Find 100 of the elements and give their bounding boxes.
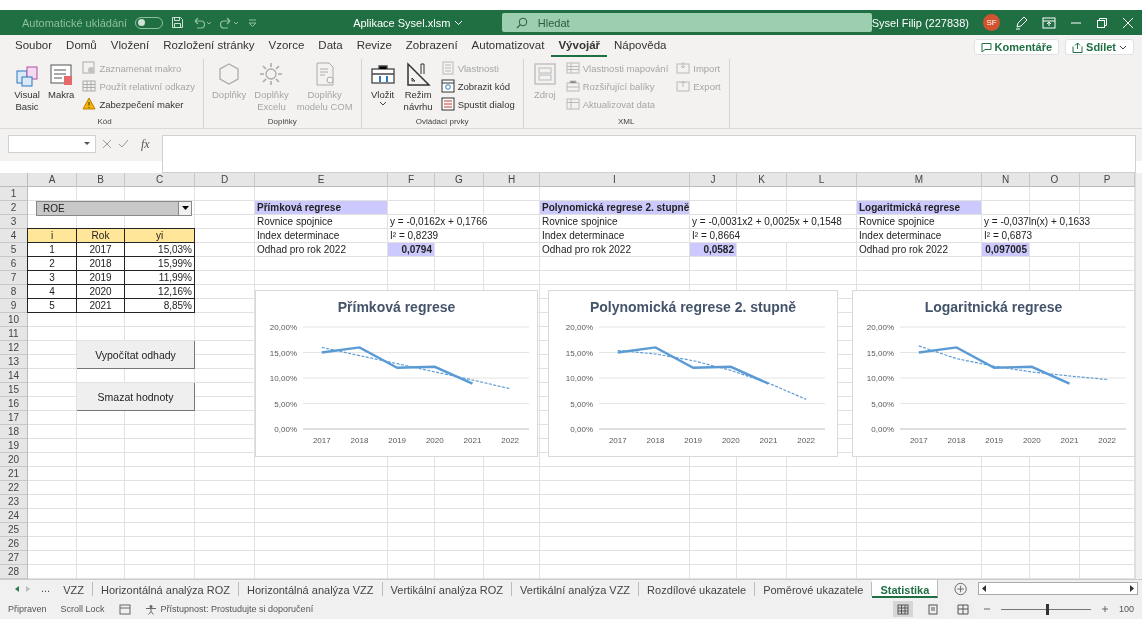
row-header[interactable]: 19 (0, 439, 28, 453)
menu-tab[interactable]: Nápověda (607, 39, 674, 57)
horizontal-scrollbar[interactable] (977, 582, 1138, 595)
row-header[interactable]: 3 (0, 215, 28, 229)
undo-icon[interactable] (192, 16, 213, 29)
scroll-right-icon[interactable] (1127, 583, 1137, 594)
column-header[interactable]: F (388, 173, 435, 187)
column-header[interactable]: K (737, 173, 787, 187)
search-field[interactable]: Hledat (501, 13, 872, 32)
row-header[interactable]: 26 (0, 537, 28, 551)
row-header[interactable]: 8 (0, 285, 28, 299)
sheet-tab[interactable]: Statistika (872, 580, 939, 598)
row-header[interactable]: 28 (0, 565, 28, 579)
column-header[interactable]: P (1080, 173, 1135, 187)
column-header[interactable]: E (255, 173, 388, 187)
menu-tab[interactable]: Zobrazení (398, 39, 465, 57)
accessibility-icon[interactable] (144, 603, 157, 615)
redo-icon[interactable] (220, 16, 241, 29)
row-header[interactable]: 27 (0, 551, 28, 565)
pen-icon[interactable] (1014, 15, 1028, 30)
sheet-button[interactable]: Vypočítat odhady (77, 341, 195, 369)
row-header[interactable]: 14 (0, 369, 28, 383)
row-header[interactable]: 25 (0, 523, 28, 537)
row-header[interactable]: 7 (0, 271, 28, 285)
ribbon-button[interactable]: Spustit dialog (438, 96, 517, 112)
zoom-out-icon[interactable] (982, 605, 991, 613)
ribbon-button[interactable]: Visual Basic (12, 59, 42, 116)
row-header[interactable]: 5 (0, 243, 28, 257)
accessibility-status[interactable]: Přístupnost: Prostudujte si doporučení (160, 604, 314, 614)
ribbon-button[interactable]: Makra (46, 59, 77, 116)
row-header[interactable]: 6 (0, 257, 28, 271)
formula-input[interactable] (161, 135, 1136, 173)
row-header[interactable]: 13 (0, 355, 28, 369)
sheet-tab[interactable]: Rozdílové ukazatele (639, 582, 756, 596)
sheet-tab[interactable]: Horizontálná analýza ROZ (92, 582, 239, 596)
chevron-down-icon[interactable] (454, 18, 464, 27)
row-header[interactable]: 23 (0, 495, 28, 509)
column-header[interactable]: M (857, 173, 982, 187)
menu-tab[interactable]: Rozložení stránky (156, 39, 262, 57)
column-header[interactable]: I (540, 173, 690, 187)
add-sheet-icon[interactable] (954, 582, 968, 596)
zoom-level[interactable]: 100 (1118, 604, 1134, 614)
share-button[interactable]: Sdílet (1065, 39, 1134, 55)
sheet-button[interactable]: Smazat hodnoty (77, 383, 195, 411)
row-header[interactable]: 9 (0, 299, 28, 313)
close-icon[interactable] (1122, 16, 1134, 29)
menu-tab[interactable]: Data (311, 39, 350, 57)
row-header[interactable]: 18 (0, 425, 28, 439)
user-avatar[interactable]: SF (983, 14, 1000, 31)
menu-tab[interactable]: Domů (59, 39, 104, 57)
row-header[interactable]: 11 (0, 327, 28, 341)
column-header[interactable]: A (28, 173, 77, 187)
dropdown[interactable]: ROE (36, 201, 192, 216)
row-header[interactable]: 12 (0, 341, 28, 355)
row-header[interactable]: 15 (0, 383, 28, 397)
column-header[interactable]: J (690, 173, 737, 187)
save-icon[interactable] (171, 16, 185, 29)
zoom-slider-thumb[interactable] (1045, 603, 1049, 615)
column-header[interactable]: L (787, 173, 857, 187)
customize-icon[interactable] (248, 16, 258, 29)
ribbon-display-icon[interactable] (1042, 16, 1056, 29)
column-header[interactable]: D (195, 173, 255, 187)
sheet-tab[interactable]: Horizontálná analýza VZZ (238, 582, 383, 596)
caret-icon[interactable] (83, 141, 91, 147)
row-header[interactable]: 21 (0, 467, 28, 481)
normal-view-button[interactable] (892, 601, 913, 617)
column-header[interactable]: B (77, 173, 125, 187)
column-header[interactable]: C (125, 173, 195, 187)
menu-tab[interactable]: Vzorce (261, 39, 312, 57)
sheet-tab[interactable]: Vertikální analýza VZZ (512, 582, 640, 596)
macro-record-icon[interactable] (118, 603, 131, 615)
document-title[interactable]: Aplikace Sysel.xlsm (353, 16, 451, 29)
row-header[interactable]: 24 (0, 509, 28, 523)
row-header[interactable]: 22 (0, 481, 28, 495)
row-header[interactable]: 16 (0, 397, 28, 411)
row-header[interactable]: 17 (0, 411, 28, 425)
zoom-in-icon[interactable] (1100, 605, 1109, 613)
insert-function-button[interactable]: fx (135, 135, 156, 153)
column-header[interactable]: H (484, 173, 540, 187)
row-header[interactable]: 4 (0, 229, 28, 243)
menu-tab[interactable]: Automatizovat (464, 39, 552, 57)
menu-tab[interactable]: Soubor (8, 39, 60, 57)
sheet-tab[interactable]: Vertikální analýza ROZ (382, 582, 513, 596)
column-header[interactable]: G (435, 173, 484, 187)
ribbon-button[interactable]: Režim návrhu (401, 59, 435, 116)
restore-icon[interactable] (1096, 16, 1108, 29)
ribbon-button[interactable]: Vložit (367, 59, 398, 116)
column-header[interactable]: O (1030, 173, 1080, 187)
row-header[interactable]: 20 (0, 453, 28, 467)
ribbon-button[interactable]: Zobrazit kód (438, 78, 517, 94)
sheet-tab[interactable]: VZZ (55, 582, 93, 596)
row-header[interactable]: 2 (0, 201, 28, 215)
ribbon-button[interactable]: Zabezpečení maker (80, 96, 197, 112)
menu-tab[interactable]: Revize (349, 39, 399, 57)
more-sheets-button[interactable]: ... (36, 580, 56, 596)
vertical-scrollbar[interactable] (1135, 173, 1142, 579)
column-header[interactable]: N (982, 173, 1030, 187)
row-header[interactable]: 10 (0, 313, 28, 327)
comments-button[interactable]: Komentáře (973, 39, 1060, 55)
menu-tab[interactable]: Vložení (103, 39, 157, 57)
